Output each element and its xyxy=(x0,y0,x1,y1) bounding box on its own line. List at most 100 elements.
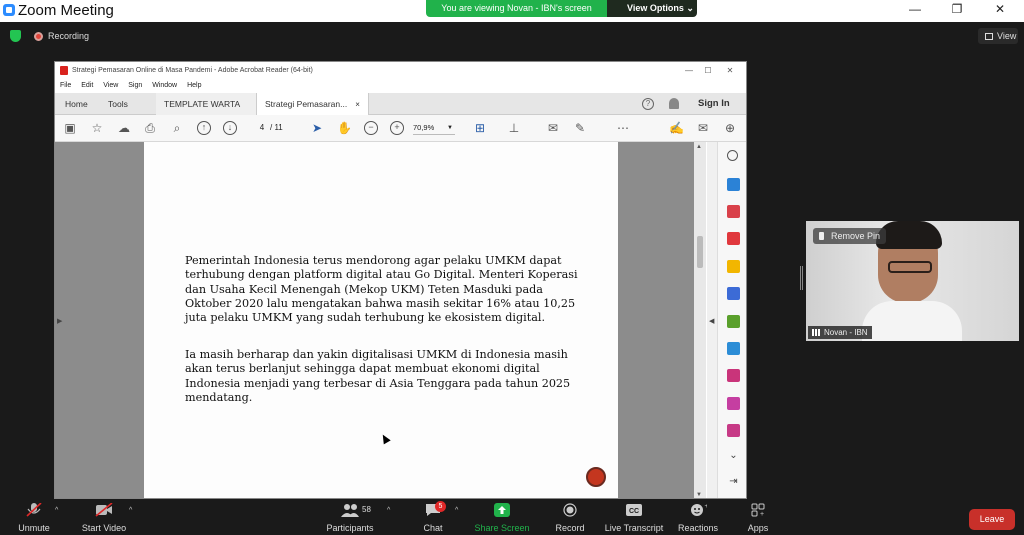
view-layout-icon xyxy=(985,33,993,40)
page-number-input[interactable]: 4 xyxy=(255,121,269,135)
zoom-logo-icon xyxy=(3,4,15,16)
acrobat-window: Strategi Pemasaran Online di Masa Pandem… xyxy=(54,61,747,499)
window-title: Zoom Meeting xyxy=(18,2,114,19)
chat-badge: 5 xyxy=(435,501,446,512)
close-button[interactable]: ✕ xyxy=(990,2,1010,16)
apps-grid-icon: + xyxy=(751,503,765,517)
start-video-button[interactable]: Start Video xyxy=(82,499,126,535)
tab-label: Strategi Pemasaran... xyxy=(265,99,348,109)
view-button[interactable]: View xyxy=(978,28,1018,44)
menu-window[interactable]: Window xyxy=(152,82,177,89)
share-link-icon[interactable]: ⊕ xyxy=(723,121,737,135)
left-panel-toggle-icon[interactable]: ▶ xyxy=(57,317,62,325)
zoom-level-select[interactable]: 70,9% ▼ xyxy=(413,121,455,135)
fill-sign-icon[interactable]: ✍ xyxy=(669,121,684,135)
fit-page-icon[interactable]: ⊞ xyxy=(473,121,487,135)
menu-help[interactable]: Help xyxy=(187,82,201,89)
tab-strategi-pemasaran[interactable]: Strategi Pemasaran... × xyxy=(257,93,369,115)
acrobat-maximize-button[interactable]: ☐ xyxy=(701,62,715,79)
remove-pin-label: Remove Pin xyxy=(831,231,881,241)
security-shield-icon[interactable] xyxy=(10,30,21,42)
comment-tool-icon[interactable] xyxy=(727,260,740,273)
live-transcript-button[interactable]: CC Live Transcript xyxy=(605,499,663,535)
chevron-down-icon: ⌄ xyxy=(686,3,694,13)
chat-button[interactable]: 5 Chat xyxy=(418,499,448,535)
menu-file[interactable]: File xyxy=(60,82,71,89)
export-pdf-icon[interactable] xyxy=(727,232,740,245)
unmute-button[interactable]: Unmute xyxy=(16,499,52,535)
zoom-out-icon[interactable]: − xyxy=(364,121,378,135)
record-indicator-icon[interactable] xyxy=(586,467,606,487)
bell-icon[interactable] xyxy=(669,98,679,109)
recording-icon xyxy=(34,32,43,41)
protect-pdf-icon[interactable] xyxy=(727,424,740,437)
participant-video[interactable]: Remove Pin Novan - IBN xyxy=(806,221,1019,341)
sign-in-button[interactable]: Sign In xyxy=(698,93,730,115)
minimize-button[interactable]: — xyxy=(905,2,925,16)
edit-pdf-icon[interactable] xyxy=(727,315,740,328)
record-button[interactable]: Record xyxy=(555,499,585,535)
zoom-in-icon[interactable]: + xyxy=(390,121,404,135)
collapse-pane-icon[interactable]: ⇥ xyxy=(727,476,740,489)
highlight-pen-icon[interactable]: ✎ xyxy=(573,121,587,135)
acrobat-close-button[interactable]: ✕ xyxy=(723,62,737,79)
remove-pin-button[interactable]: Remove Pin xyxy=(813,228,887,244)
page-down-icon[interactable]: ↓ xyxy=(223,121,237,135)
scroll-mode-icon[interactable]: ⊥ xyxy=(507,121,521,135)
search-icon[interactable]: ⌕ xyxy=(170,121,184,135)
scroll-up-icon[interactable]: ▲ xyxy=(696,144,702,150)
acrobat-title: Strategi Pemasaran Online di Masa Pandem… xyxy=(72,67,313,74)
tab-home[interactable]: Home xyxy=(57,93,96,115)
apps-button[interactable]: + Apps xyxy=(745,499,771,535)
close-tab-icon[interactable]: × xyxy=(355,100,360,109)
reactions-button[interactable]: + Reactions xyxy=(678,499,718,535)
scroll-down-icon[interactable]: ▼ xyxy=(696,492,702,498)
create-pdf-icon[interactable] xyxy=(727,178,740,191)
leave-button[interactable]: Leave xyxy=(969,509,1015,530)
meeting-controls: Unmute ^ Start Video ^ 58 Participants ^… xyxy=(0,499,1024,535)
share-screen-button[interactable]: Share Screen xyxy=(474,499,530,535)
restore-button[interactable]: ❐ xyxy=(947,2,967,16)
view-options-label: View Options xyxy=(627,3,684,13)
tab-template-warta[interactable]: TEMPLATE WARTA ... xyxy=(156,93,257,131)
acrobat-minimize-button[interactable]: — xyxy=(682,62,696,79)
participants-icon xyxy=(341,504,359,517)
scan-ocr-icon[interactable] xyxy=(727,342,740,355)
page-up-icon[interactable]: ↑ xyxy=(197,121,211,135)
participants-button[interactable]: 58 Participants xyxy=(326,499,374,535)
right-panel-toggle[interactable]: ◀ xyxy=(707,142,717,498)
print-icon[interactable]: ⎙ xyxy=(143,121,157,135)
hand-tool-icon[interactable]: ✋ xyxy=(337,121,352,135)
save-icon[interactable]: ▣ xyxy=(63,121,77,135)
fill-sign-tool-icon[interactable] xyxy=(727,369,740,382)
chat-caret-icon[interactable]: ^ xyxy=(455,507,458,514)
send-for-signature-icon[interactable] xyxy=(727,397,740,410)
select-cursor-icon[interactable]: ➤ xyxy=(310,121,324,135)
video-options-caret-icon[interactable]: ^ xyxy=(129,507,132,514)
menu-view[interactable]: View xyxy=(103,82,118,89)
comment-icon[interactable]: ✉ xyxy=(546,121,560,135)
scroll-thumb[interactable] xyxy=(697,236,703,268)
participant-glasses xyxy=(888,261,932,273)
participants-caret-icon[interactable]: ^ xyxy=(387,507,390,514)
combine-files-icon[interactable] xyxy=(727,287,740,300)
upload-cloud-icon[interactable]: ☁ xyxy=(117,121,131,135)
tab-tools[interactable]: Tools xyxy=(100,93,136,115)
vertical-scrollbar[interactable]: ▲ ▼ xyxy=(694,142,706,498)
document-viewer[interactable]: ▶ Pemerintah Indonesia terus mendorong a… xyxy=(55,142,706,498)
help-icon[interactable]: ? xyxy=(642,98,654,110)
more-tools-icon[interactable]: ⋯ xyxy=(616,121,630,135)
audio-options-caret-icon[interactable]: ^ xyxy=(55,507,58,514)
svg-text:+: + xyxy=(760,511,764,517)
participant-name-tag: Novan - IBN xyxy=(808,326,872,339)
panel-resize-handle[interactable] xyxy=(800,266,803,290)
menu-edit[interactable]: Edit xyxy=(81,82,93,89)
bookmark-star-icon[interactable]: ☆ xyxy=(90,121,104,135)
menu-sign[interactable]: Sign xyxy=(128,82,142,89)
organize-pages-icon[interactable] xyxy=(727,205,740,218)
view-options-button[interactable]: View Options ⌄ xyxy=(607,0,697,17)
pdf-page: Pemerintah Indonesia terus mendorong aga… xyxy=(144,142,618,498)
expand-tools-icon[interactable]: ⌄ xyxy=(727,450,740,463)
email-icon[interactable]: ✉ xyxy=(696,121,710,135)
zoom-search-icon[interactable] xyxy=(727,150,738,161)
